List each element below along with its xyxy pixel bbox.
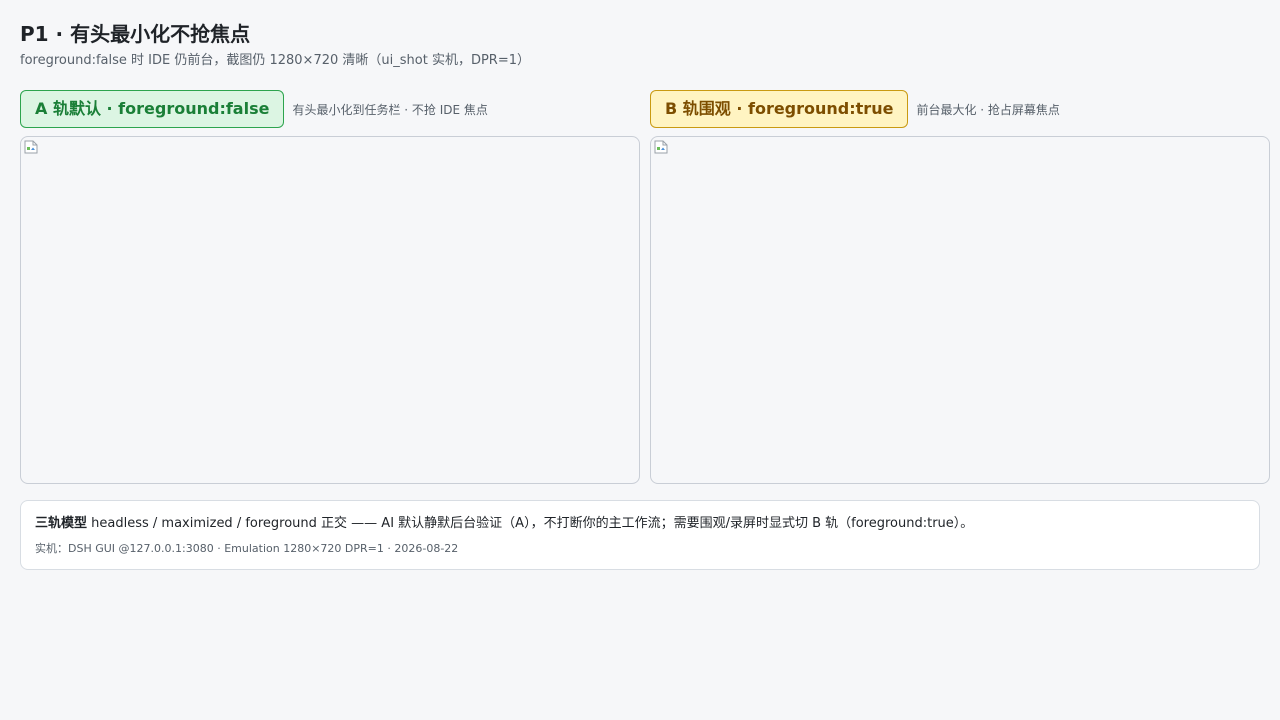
summary-body: headless / maximized / foreground 正交 —— …: [87, 516, 974, 531]
track-a-column: A 轨默认 · foreground:false 有头最小化到任务栏 · 不抢 …: [20, 90, 640, 484]
summary-meta: 实机：DSH GUI @127.0.0.1:3080 · Emulation 1…: [35, 542, 459, 555]
page: P1 · 有头最小化不抢焦点 foreground:false 时 IDE 仍前…: [0, 0, 1280, 720]
track-b-badge: B 轨围观 · foreground:true: [650, 90, 909, 128]
summary-card: 三轨模型 headless / maximized / foreground 正…: [20, 500, 1260, 570]
track-b-screenshot: [650, 136, 1270, 484]
broken-image-icon: [654, 140, 668, 154]
summary-bold: 三轨模型: [35, 516, 88, 531]
summary-text: 三轨模型 headless / maximized / foreground 正…: [35, 515, 1245, 533]
track-b-column: B 轨围观 · foreground:true 前台最大化 · 抢占屏幕焦点: [650, 90, 1270, 484]
broken-image-icon: [24, 140, 38, 154]
track-b-header: B 轨围观 · foreground:true 前台最大化 · 抢占屏幕焦点: [650, 90, 1270, 128]
track-a-header: A 轨默认 · foreground:false 有头最小化到任务栏 · 不抢 …: [20, 90, 640, 128]
track-a-note: 有头最小化到任务栏 · 不抢 IDE 焦点: [292, 102, 488, 117]
track-b-note: 前台最大化 · 抢占屏幕焦点: [916, 102, 1060, 117]
page-subtitle: foreground:false 时 IDE 仍前台，截图仍 1280×720 …: [20, 53, 530, 68]
page-title: P1 · 有头最小化不抢焦点: [20, 22, 251, 46]
track-a-badge: A 轨默认 · foreground:false: [20, 90, 285, 128]
track-a-screenshot: [20, 136, 640, 484]
